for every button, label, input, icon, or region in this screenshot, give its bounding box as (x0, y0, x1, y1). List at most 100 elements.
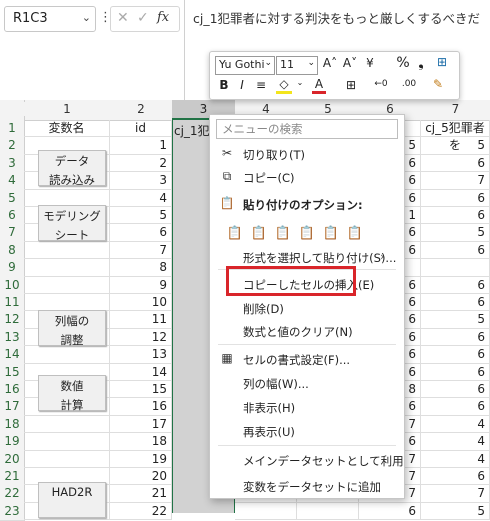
paste-icon[interactable]: 📋 (224, 223, 246, 245)
cell[interactable]: 6 (421, 381, 490, 399)
row-header-1[interactable]: 1 (0, 120, 25, 139)
cell[interactable] (421, 259, 490, 277)
cell[interactable] (24, 241, 110, 260)
enter-icon[interactable]: ✓ (137, 10, 149, 26)
menu-item-clear[interactable]: 数式と値のクリア(N) (210, 320, 404, 342)
column-header-2[interactable]: 2 (110, 102, 172, 116)
cell[interactable]: 5 (421, 224, 490, 242)
align-icon[interactable]: ≡ (254, 78, 268, 92)
row-header-10[interactable]: 10 (0, 276, 25, 295)
font-color-icon[interactable]: A (312, 77, 326, 94)
menu-item-delete[interactable]: 削除(D) (210, 297, 404, 319)
cell[interactable]: 4 (421, 450, 490, 468)
macro-button-3[interactable]: 列幅の 調整 (38, 310, 106, 347)
cell[interactable]: 9 (110, 276, 172, 294)
cell[interactable]: 4 (110, 189, 172, 207)
cell[interactable] (24, 433, 110, 451)
cell[interactable] (24, 276, 110, 294)
paste-formulas-icon[interactable]: 📋 (272, 223, 294, 245)
row-header-4[interactable]: 4 (0, 172, 25, 191)
cell[interactable]: 15 (110, 381, 172, 399)
cell[interactable]: 6 (421, 468, 490, 486)
cell[interactable]: 12 (110, 328, 172, 347)
bold-icon[interactable]: B (218, 78, 230, 92)
row-header-14[interactable]: 14 (0, 346, 25, 365)
italic-icon[interactable]: I (236, 78, 248, 92)
menu-item-main-dataset[interactable]: メインデータセットとして利用 (210, 449, 404, 471)
menu-item-add-to-dataset[interactable]: 変数をデータセットに追加 (210, 475, 404, 497)
percent-icon[interactable]: % (395, 55, 411, 71)
cell[interactable]: 6 (421, 241, 490, 260)
cell[interactable]: 6 (421, 328, 490, 347)
fill-color-icon[interactable]: ◇ (276, 77, 292, 94)
cell[interactable]: 18 (110, 433, 172, 451)
cell[interactable]: 6 (110, 224, 172, 242)
cell[interactable]: id (110, 120, 172, 138)
paste-link-icon[interactable]: 📋 (344, 223, 366, 245)
macro-button-4[interactable]: 数値 計算 (38, 375, 106, 412)
row-header-21[interactable]: 21 (0, 468, 25, 487)
paste-values-icon[interactable]: 📋 (248, 223, 270, 245)
format-table-icon[interactable]: ⊞ (434, 55, 450, 69)
column-header-7[interactable]: 7 (421, 102, 490, 116)
select-all-corner[interactable] (0, 100, 25, 120)
cell[interactable]: 14 (110, 363, 172, 381)
paste-transpose-icon[interactable]: 📋 (296, 223, 318, 245)
menu-item-copy[interactable]: ⧉ コピー(C) (210, 166, 404, 188)
row-header-18[interactable]: 18 (0, 415, 25, 435)
cell[interactable] (24, 294, 110, 312)
font-name-select[interactable]: Yu Gothi ⌄ (215, 56, 275, 75)
cell[interactable]: 6 (421, 276, 490, 294)
menu-search-input[interactable]: メニューの検索 (216, 119, 398, 139)
chevron-down-icon[interactable]: ⌄ (82, 11, 91, 24)
cell[interactable]: 19 (110, 450, 172, 468)
insert-function-icon[interactable]: fx (157, 10, 169, 25)
cell[interactable]: 8 (110, 259, 172, 277)
cell[interactable]: 20 (110, 468, 172, 486)
row-header-12[interactable]: 12 (0, 311, 25, 330)
row-header-23[interactable]: 23 (0, 502, 25, 521)
cell[interactable] (297, 502, 359, 521)
cell[interactable]: 6 (421, 346, 490, 364)
cell[interactable]: 7 (110, 241, 172, 260)
row-header-13[interactable]: 13 (0, 328, 25, 348)
cell[interactable]: 5 (421, 502, 490, 521)
format-painter-icon[interactable]: ✎ (430, 77, 446, 91)
row-header-2[interactable]: 2 (0, 137, 25, 156)
cell[interactable]: 4 (421, 415, 490, 434)
increase-font-icon[interactable]: A˄ (322, 56, 338, 70)
row-header-9[interactable]: 9 (0, 259, 25, 278)
cell[interactable]: 6 (421, 363, 490, 381)
row-header-20[interactable]: 20 (0, 450, 25, 469)
cell[interactable]: 13 (110, 346, 172, 364)
cell[interactable]: 6 (421, 207, 490, 225)
cell[interactable]: 7 (421, 485, 490, 503)
menu-item-column-width[interactable]: 列の幅(W)... (210, 372, 404, 394)
row-header-8[interactable]: 8 (0, 241, 25, 261)
cell[interactable]: 21 (110, 485, 172, 503)
cell[interactable]: 6 (359, 502, 421, 521)
cell-header-col3[interactable]: cj_1犯 (174, 122, 210, 139)
cell[interactable]: 6 (421, 154, 490, 173)
cell[interactable]: cj_5犯罪者を (421, 120, 490, 152)
cell[interactable]: 5 (110, 207, 172, 225)
decrease-font-icon[interactable]: A˅ (342, 56, 358, 70)
cell[interactable]: 6 (421, 398, 490, 416)
cell[interactable] (235, 502, 297, 521)
cell[interactable]: 5 (421, 137, 490, 155)
cell[interactable] (24, 415, 110, 434)
menu-item-hide[interactable]: 非表示(H) (210, 396, 404, 418)
cancel-icon[interactable]: ✕ (117, 10, 129, 26)
cell[interactable] (24, 346, 110, 364)
name-box[interactable]: R1C3 ⌄ (4, 6, 96, 32)
borders-icon[interactable]: ⊞ (344, 78, 358, 92)
row-header-3[interactable]: 3 (0, 154, 25, 174)
row-header-22[interactable]: 22 (0, 485, 25, 504)
column-header-1[interactable]: 1 (24, 102, 110, 116)
row-header-6[interactable]: 6 (0, 207, 25, 226)
cell[interactable]: 3 (110, 172, 172, 190)
cell[interactable]: 5 (421, 311, 490, 329)
menu-item-cut[interactable]: ✂ 切り取り(T) (210, 143, 404, 165)
row-header-5[interactable]: 5 (0, 189, 25, 208)
cell[interactable]: 4 (421, 433, 490, 451)
